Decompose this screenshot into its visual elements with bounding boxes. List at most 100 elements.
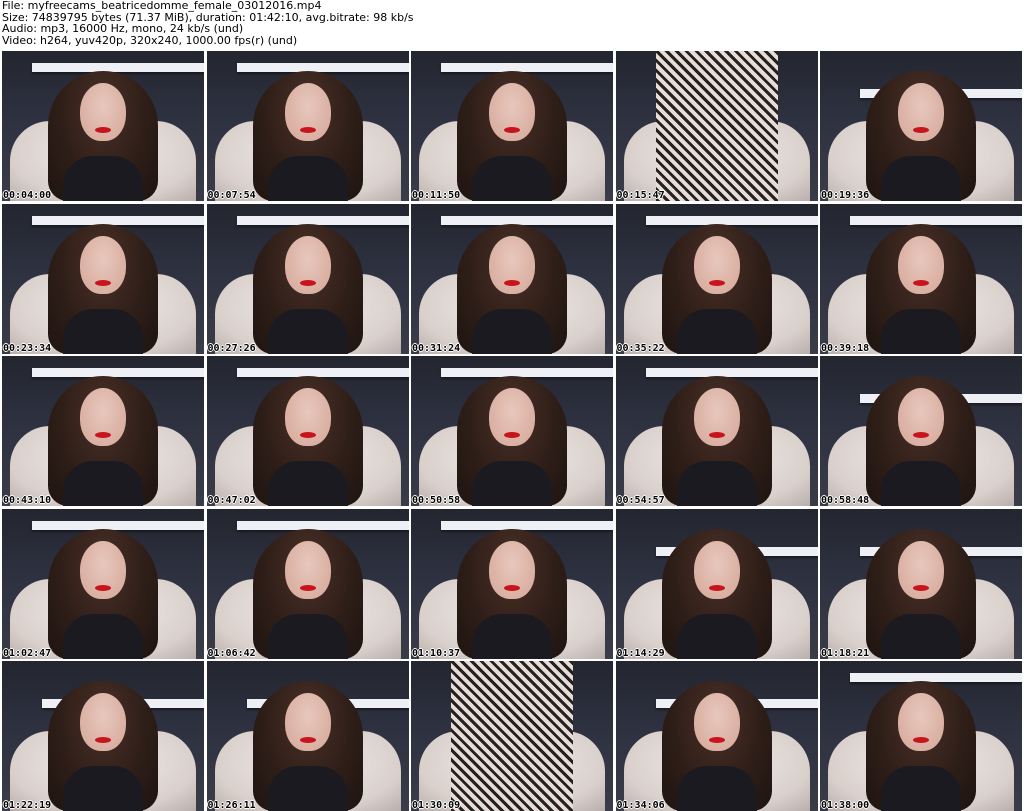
frame-timestamp: 01:02:47 <box>3 647 52 659</box>
person-figure <box>447 366 577 506</box>
person-lips <box>913 737 929 743</box>
person-lips <box>708 584 725 591</box>
person-body-top <box>267 766 348 811</box>
person-lips <box>504 584 520 591</box>
person-lips <box>95 279 111 286</box>
person-body-top <box>63 613 143 659</box>
person-body-top <box>676 308 757 354</box>
video-thumbnail: 00:35:22 <box>615 203 818 354</box>
person-lips <box>913 432 929 438</box>
frame-timestamp: 01:30:09 <box>412 800 461 811</box>
person-body-top <box>472 461 552 506</box>
video-thumbnail: 00:15:47 <box>615 51 818 201</box>
frame-timestamp: 00:07:54 <box>207 190 256 201</box>
person-lips <box>299 279 316 286</box>
person-lips <box>504 432 520 438</box>
person-lips <box>299 127 316 133</box>
person-body-top <box>63 461 143 506</box>
person-lips <box>708 432 725 438</box>
video-thumbnail: 00:11:50 <box>411 51 613 201</box>
person-body-top <box>472 156 552 201</box>
frame-timestamp: 01:18:21 <box>821 647 870 659</box>
video-thumbnail: 00:43:10 <box>2 356 204 506</box>
person-lips <box>299 737 316 743</box>
frame-timestamp: 01:38:00 <box>821 800 870 811</box>
person-figure <box>243 519 373 659</box>
video-thumbnail: 01:14:29 <box>615 508 818 659</box>
person-lips <box>95 737 111 743</box>
person-lips <box>708 279 725 286</box>
fishnet-legs <box>451 661 573 811</box>
person-lips <box>95 127 111 133</box>
frame-timestamp: 00:27:26 <box>207 342 256 354</box>
person-figure <box>856 366 986 506</box>
person-figure <box>856 519 986 659</box>
person-body-top <box>267 461 348 506</box>
person-body-top <box>881 308 961 354</box>
frame-timestamp: 00:04:00 <box>3 190 52 201</box>
person-body-top <box>472 308 552 354</box>
frame-timestamp: 00:50:58 <box>412 495 461 506</box>
frame-timestamp: 00:19:36 <box>821 190 870 201</box>
contact-sheet-header: File: myfreecams_beatricedomme_female_03… <box>2 0 1022 50</box>
video-thumbnail: 00:58:48 <box>820 356 1022 506</box>
frame-timestamp: 00:58:48 <box>821 495 870 506</box>
video-info-line: Video: h264, yuv420p, 320x240, 1000.00 f… <box>2 33 298 47</box>
video-thumbnail: 00:07:54 <box>206 51 409 201</box>
video-thumbnail: 01:02:47 <box>2 508 204 659</box>
frame-timestamp: 01:26:11 <box>207 800 256 811</box>
person-figure <box>447 61 577 201</box>
video-thumbnail: 00:23:34 <box>2 203 204 354</box>
video-thumbnail: 00:31:24 <box>411 203 613 354</box>
person-body-top <box>676 613 757 659</box>
person-body-top <box>881 156 961 201</box>
video-thumbnail: 01:38:00 <box>820 661 1022 811</box>
thumbnail-grid: 00:04:00 00:07:54 00:11:50 00:15:47 00:19:36… <box>2 51 1022 811</box>
person-lips <box>708 737 725 743</box>
person-lips <box>95 432 111 438</box>
audio-info-line: Audio: mp3, 16000 Hz, mono, 24 kb/s (und… <box>2 22 244 35</box>
person-body-top <box>881 613 961 659</box>
person-body-top <box>881 766 961 811</box>
person-body-top <box>63 156 143 201</box>
video-thumbnail: 00:54:57 <box>615 356 818 506</box>
video-thumbnail: 01:26:11 <box>206 661 409 811</box>
frame-timestamp: 00:54:57 <box>616 495 665 506</box>
video-thumbnail: 01:06:42 <box>206 508 409 659</box>
person-figure <box>652 519 782 659</box>
person-figure <box>243 366 373 506</box>
person-lips <box>913 279 929 286</box>
person-lips <box>504 127 520 133</box>
person-figure <box>652 671 782 811</box>
person-figure <box>652 366 782 506</box>
fishnet-legs <box>655 51 778 201</box>
video-thumbnail: 00:19:36 <box>820 51 1022 201</box>
person-body-top <box>267 156 348 201</box>
video-thumbnail: 00:39:18 <box>820 203 1022 354</box>
person-body-top <box>63 308 143 354</box>
person-lips <box>299 584 316 591</box>
person-figure <box>856 671 986 811</box>
frame-timestamp: 01:14:29 <box>616 647 665 659</box>
frame-timestamp: 00:43:10 <box>3 495 52 506</box>
frame-timestamp: 00:11:50 <box>412 190 461 201</box>
person-body-top <box>881 461 961 506</box>
frame-timestamp: 00:35:22 <box>616 342 665 354</box>
person-figure <box>38 61 168 201</box>
person-lips <box>504 279 520 286</box>
video-thumbnail: 01:10:37 <box>411 508 613 659</box>
person-body-top <box>267 613 348 659</box>
frame-timestamp: 00:15:47 <box>616 190 665 201</box>
person-figure <box>856 214 986 354</box>
person-body-top <box>63 766 143 811</box>
video-thumbnail: 01:30:09 <box>411 661 613 811</box>
frame-timestamp: 01:06:42 <box>207 647 256 659</box>
frame-timestamp: 00:31:24 <box>412 342 461 354</box>
video-thumbnail: 00:50:58 <box>411 356 613 506</box>
person-figure <box>38 214 168 354</box>
person-lips <box>913 127 929 133</box>
video-thumbnail: 01:22:19 <box>2 661 204 811</box>
person-body-top <box>267 308 348 354</box>
person-figure <box>243 214 373 354</box>
video-thumbnail: 01:34:06 <box>615 661 818 811</box>
